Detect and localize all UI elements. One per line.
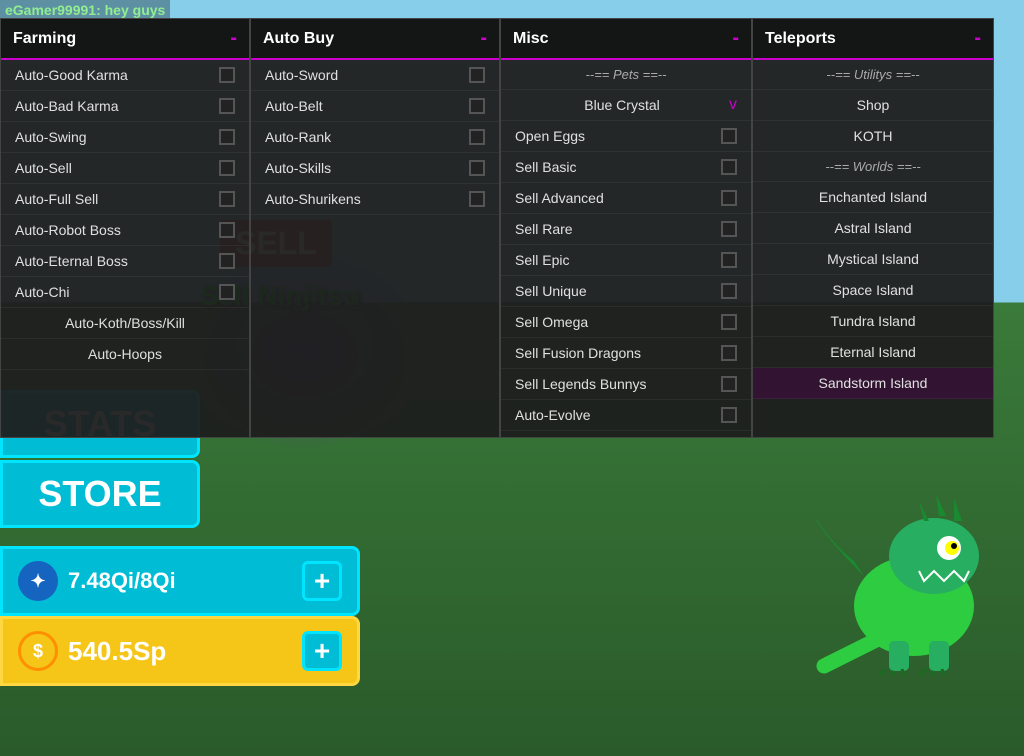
auto-buy-header: Auto Buy - [251,19,499,60]
teleport-tundra-island[interactable]: Tundra Island [753,306,993,337]
farming-auto-chi[interactable]: Auto-Chi [1,277,249,308]
sell-omega-checkbox[interactable] [721,314,737,330]
farming-auto-bad-karma-checkbox[interactable] [219,98,235,114]
pets-section-header: --== Pets ==-- [501,60,751,90]
auto-skills-checkbox[interactable] [469,160,485,176]
sell-epic-checkbox[interactable] [721,252,737,268]
auto-buy-content: Auto-Sword Auto-Belt Auto-Rank Auto-Skil… [251,60,499,437]
misc-sell-rare[interactable]: Sell Rare [501,214,751,245]
auto-belt-checkbox[interactable] [469,98,485,114]
farming-auto-koth[interactable]: Auto-Koth/Boss/Kill [1,308,249,339]
teleport-eternal-island[interactable]: Eternal Island [753,337,993,368]
sell-fusion-dragons-checkbox[interactable] [721,345,737,361]
teleport-shop[interactable]: Shop [753,90,993,121]
farming-auto-robot-boss[interactable]: Auto-Robot Boss [1,215,249,246]
farming-auto-sell[interactable]: Auto-Sell [1,153,249,184]
auto-buy-collapse[interactable]: - [480,27,487,50]
dragon-creature [804,476,1024,676]
farming-auto-eternal-boss-checkbox[interactable] [219,253,235,269]
auto-buy-belt[interactable]: Auto-Belt [251,91,499,122]
misc-header: Misc - [501,19,751,60]
store-button[interactable]: STORE [0,460,200,528]
misc-sell-unique[interactable]: Sell Unique [501,276,751,307]
pet-dropdown-value: Blue Crystal [515,97,729,113]
auto-buy-panel: Auto Buy - Auto-Sword Auto-Belt Auto-Ran… [250,18,500,438]
gold-value: 540.5Sp [68,636,166,667]
teleports-panel: Teleports - --== Utilitys ==-- Shop KOTH… [752,18,994,438]
misc-collapse[interactable]: - [732,27,739,50]
menus-container: Farming - Auto-Good Karma Auto-Bad Karma… [0,18,994,438]
gold-plus-button[interactable]: + [302,631,342,671]
auto-buy-skills[interactable]: Auto-Skills [251,153,499,184]
auto-buy-shurikens[interactable]: Auto-Shurikens [251,184,499,215]
farming-auto-chi-checkbox[interactable] [219,284,235,300]
misc-sell-epic[interactable]: Sell Epic [501,245,751,276]
gold-bar: $ 540.5Sp + [0,616,360,686]
misc-sell-fusion-dragons[interactable]: Sell Fusion Dragons [501,338,751,369]
coin-icon: $ [18,631,58,671]
auto-sword-checkbox[interactable] [469,67,485,83]
open-eggs-checkbox[interactable] [721,128,737,144]
sell-basic-checkbox[interactable] [721,159,737,175]
misc-panel: Misc - --== Pets ==-- Blue Crystal v Ope… [500,18,752,438]
auto-buy-sword[interactable]: Auto-Sword [251,60,499,91]
farming-auto-eternal-boss[interactable]: Auto-Eternal Boss [1,246,249,277]
auto-buy-title: Auto Buy [263,30,334,48]
auto-shurikens-checkbox[interactable] [469,191,485,207]
misc-auto-eternalise[interactable]: Auto-Eternalise [501,431,751,437]
farming-title: Farming [13,30,76,48]
xp-plus-button[interactable]: + [302,561,342,601]
sell-advanced-checkbox[interactable] [721,190,737,206]
misc-sell-omega[interactable]: Sell Omega [501,307,751,338]
teleports-title: Teleports [765,30,836,48]
farming-auto-bad-karma[interactable]: Auto-Bad Karma [1,91,249,122]
teleports-header: Teleports - [753,19,993,60]
misc-sell-basic[interactable]: Sell Basic [501,152,751,183]
farming-header: Farming - [1,19,249,60]
farming-collapse[interactable]: - [230,27,237,50]
farming-auto-good-karma-checkbox[interactable] [219,67,235,83]
misc-auto-evolve[interactable]: Auto-Evolve [501,400,751,431]
teleports-content: --== Utilitys ==-- Shop KOTH --== Worlds… [753,60,993,437]
misc-sell-legends-bunnys[interactable]: Sell Legends Bunnys [501,369,751,400]
username: eGamer99991: hey guys [0,0,170,20]
farming-auto-good-karma[interactable]: Auto-Good Karma [1,60,249,91]
teleport-space-island[interactable]: Space Island [753,275,993,306]
farming-auto-full-sell-checkbox[interactable] [219,191,235,207]
misc-open-eggs[interactable]: Open Eggs [501,121,751,152]
auto-buy-rank[interactable]: Auto-Rank [251,122,499,153]
farming-auto-full-sell[interactable]: Auto-Full Sell [1,184,249,215]
farming-auto-robot-boss-checkbox[interactable] [219,222,235,238]
farming-auto-swing[interactable]: Auto-Swing [1,122,249,153]
misc-sell-advanced[interactable]: Sell Advanced [501,183,751,214]
farming-content: Auto-Good Karma Auto-Bad Karma Auto-Swin… [1,60,249,437]
sell-unique-checkbox[interactable] [721,283,737,299]
teleports-collapse[interactable]: - [974,27,981,50]
farming-auto-swing-checkbox[interactable] [219,129,235,145]
misc-title: Misc [513,30,549,48]
teleport-enchanted-island[interactable]: Enchanted Island [753,182,993,213]
xp-value: 7.48Qi/8Qi [68,568,176,594]
auto-rank-checkbox[interactable] [469,129,485,145]
farming-auto-hoops[interactable]: Auto-Hoops [1,339,249,370]
farming-auto-sell-checkbox[interactable] [219,160,235,176]
misc-content: --== Pets ==-- Blue Crystal v Open Eggs … [501,60,751,437]
worlds-section-header: --== Worlds ==-- [753,152,993,182]
teleport-astral-island[interactable]: Astral Island [753,213,993,244]
pet-dropdown-arrow[interactable]: v [729,96,737,114]
teleport-sandstorm-island[interactable]: Sandstorm Island [753,368,993,399]
pet-dropdown-row[interactable]: Blue Crystal v [501,90,751,121]
farming-panel: Farming - Auto-Good Karma Auto-Bad Karma… [0,18,250,438]
auto-evolve-checkbox[interactable] [721,407,737,423]
xp-bar: ✦ 7.48Qi/8Qi + [0,546,360,616]
teleport-koth[interactable]: KOTH [753,121,993,152]
utilities-section-header: --== Utilitys ==-- [753,60,993,90]
shuriken-icon: ✦ [18,561,58,601]
sell-rare-checkbox[interactable] [721,221,737,237]
sell-legends-bunnys-checkbox[interactable] [721,376,737,392]
teleport-mystical-island[interactable]: Mystical Island [753,244,993,275]
